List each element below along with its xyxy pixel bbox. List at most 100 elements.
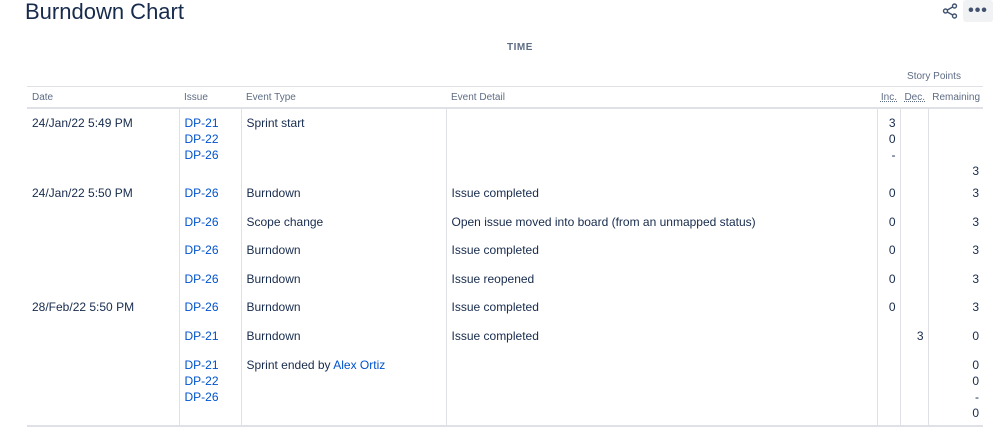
- event-type-cell: Sprint start: [240, 108, 446, 179]
- issue-link[interactable]: DP-26: [185, 389, 236, 405]
- remaining-value: 3: [972, 243, 980, 258]
- inc-cell: 0: [876, 236, 900, 265]
- column-header-inc: Inc.: [877, 86, 900, 109]
- issue-link[interactable]: DP-22: [185, 131, 236, 147]
- column-header-event-detail: Event Detail: [446, 86, 877, 109]
- column-header-issue: Issue: [179, 86, 241, 109]
- event-detail-cell: [445, 108, 877, 179]
- event-detail-cell: Open issue moved into board (from an unm…: [445, 207, 877, 237]
- remaining-value: 0: [972, 405, 980, 420]
- table-row: DP-26 Burndown Issue reopened 0 3: [27, 264, 984, 294]
- event-detail-cell: Issue completed: [445, 236, 877, 265]
- issue-link[interactable]: DP-22: [185, 373, 236, 389]
- dec-cell: [899, 350, 928, 427]
- date-cell: 24/Jan/22 5:50 PM: [27, 179, 179, 208]
- event-detail-cell: Issue completed: [445, 179, 877, 208]
- event-type: Burndown: [246, 271, 301, 286]
- issue-cell: DP-21 DP-22 DP-26: [178, 108, 241, 179]
- event-detail: Issue completed: [451, 186, 539, 200]
- event-type-cell: Burndown: [240, 293, 446, 322]
- remaining-cell: 3: [927, 207, 984, 237]
- inc-cell: 0: [876, 293, 900, 322]
- table-row: 24/Jan/22 5:49 PM DP-21 DP-22 DP-26 Sprint s…: [27, 108, 984, 179]
- column-header-dec: Dec.: [900, 86, 928, 109]
- column-header-event-type: Event Type: [241, 86, 446, 109]
- remaining-value: [934, 115, 980, 131]
- issue-cell: DP-26: [178, 293, 241, 322]
- dec-abbr: Dec.: [904, 91, 925, 103]
- issue-cell: DP-26: [178, 264, 241, 294]
- inc-value: 0: [888, 271, 896, 286]
- issue-link[interactable]: DP-21: [185, 357, 236, 373]
- remaining-cell: 3: [927, 179, 984, 208]
- inc-value: 3: [888, 116, 896, 130]
- remaining-value: 3: [972, 300, 980, 315]
- event-detail-cell: Issue completed: [445, 321, 877, 351]
- remaining-value: 3: [972, 271, 980, 286]
- table-row: DP-26 Burndown Issue completed 0 3: [27, 236, 984, 265]
- issue-cell: DP-26: [178, 207, 241, 237]
- event-type: Sprint start: [246, 116, 305, 130]
- issue-cell: DP-26: [178, 179, 241, 208]
- event-date: 28/Feb/22 5:50 PM: [32, 300, 135, 315]
- column-header-date: Date: [27, 86, 179, 109]
- column-header-remaining: Remaining: [928, 86, 984, 109]
- inc-cell: 0: [876, 207, 900, 237]
- issue-link[interactable]: DP-21: [185, 328, 236, 344]
- dec-cell: 3: [899, 321, 928, 351]
- issue-link[interactable]: DP-21: [185, 115, 236, 131]
- share-button[interactable]: [938, 0, 962, 22]
- dec-cell: [899, 108, 928, 179]
- table-body: 24/Jan/22 5:49 PM DP-21 DP-22 DP-26 Sprint s…: [27, 108, 984, 427]
- group-header-spacer: [27, 66, 877, 87]
- event-type: Burndown: [246, 300, 301, 315]
- dec-cell: [899, 179, 928, 208]
- event-type: Scope change: [246, 214, 324, 229]
- event-date: 24/Jan/22 5:50 PM: [32, 186, 133, 200]
- inc-value: 0: [888, 214, 896, 229]
- issue-link[interactable]: DP-26: [185, 185, 236, 201]
- issue-link[interactable]: DP-26: [185, 147, 236, 163]
- remaining-value: 3: [972, 186, 980, 200]
- burndown-table-container: Story Points Date Issue Event Type Event…: [27, 66, 984, 427]
- share-icon: [942, 3, 958, 19]
- event-type-cell: Burndown: [240, 264, 446, 294]
- table-row: DP-21 DP-22 DP-26 Sprint ended by Alex Orti…: [27, 350, 984, 427]
- event-detail: Issue completed: [451, 243, 539, 258]
- date-cell: [27, 350, 179, 427]
- more-actions-button[interactable]: •••: [963, 0, 993, 22]
- inc-cell: [876, 321, 900, 351]
- inc-value: -: [891, 148, 896, 162]
- table-row: DP-21 Burndown Issue completed 3 0: [27, 321, 984, 351]
- issue-cell: DP-26: [178, 236, 241, 265]
- event-detail: Issue reopened: [451, 271, 535, 286]
- more-icon: •••: [968, 2, 988, 19]
- dec-cell: [899, 293, 928, 322]
- issue-link[interactable]: DP-26: [185, 242, 236, 258]
- inc-value: 0: [888, 186, 896, 200]
- event-type: Burndown: [246, 186, 301, 200]
- remaining-cell: 3: [927, 264, 984, 294]
- inc-value: 0: [888, 300, 896, 315]
- issue-link[interactable]: DP-26: [185, 299, 236, 315]
- event-type-cell: Scope change: [240, 207, 446, 237]
- issue-cell: DP-21 DP-22 DP-26: [178, 350, 241, 427]
- remaining-value: [934, 131, 980, 147]
- inc-value: 0: [888, 132, 896, 146]
- issue-link[interactable]: DP-26: [185, 214, 236, 230]
- event-type: Sprint ended by: [246, 357, 331, 372]
- date-cell: [27, 322, 179, 351]
- event-type-cell: Burndown: [240, 321, 446, 351]
- page-title: Burndown Chart: [25, 0, 184, 24]
- event-detail: Issue completed: [451, 328, 539, 343]
- inc-cell: 3 0 -: [876, 108, 900, 179]
- remaining-cell: 3: [927, 293, 984, 322]
- event-type: Burndown: [246, 243, 301, 258]
- user-link[interactable]: Alex Ortiz: [333, 358, 385, 372]
- event-type: Burndown: [246, 328, 301, 343]
- issue-link[interactable]: DP-26: [185, 271, 236, 287]
- event-type-cell: Burndown: [240, 179, 446, 208]
- remaining-cell: 00-0: [927, 350, 984, 427]
- dec-value: 3: [916, 328, 924, 343]
- remaining-value: -: [975, 389, 980, 404]
